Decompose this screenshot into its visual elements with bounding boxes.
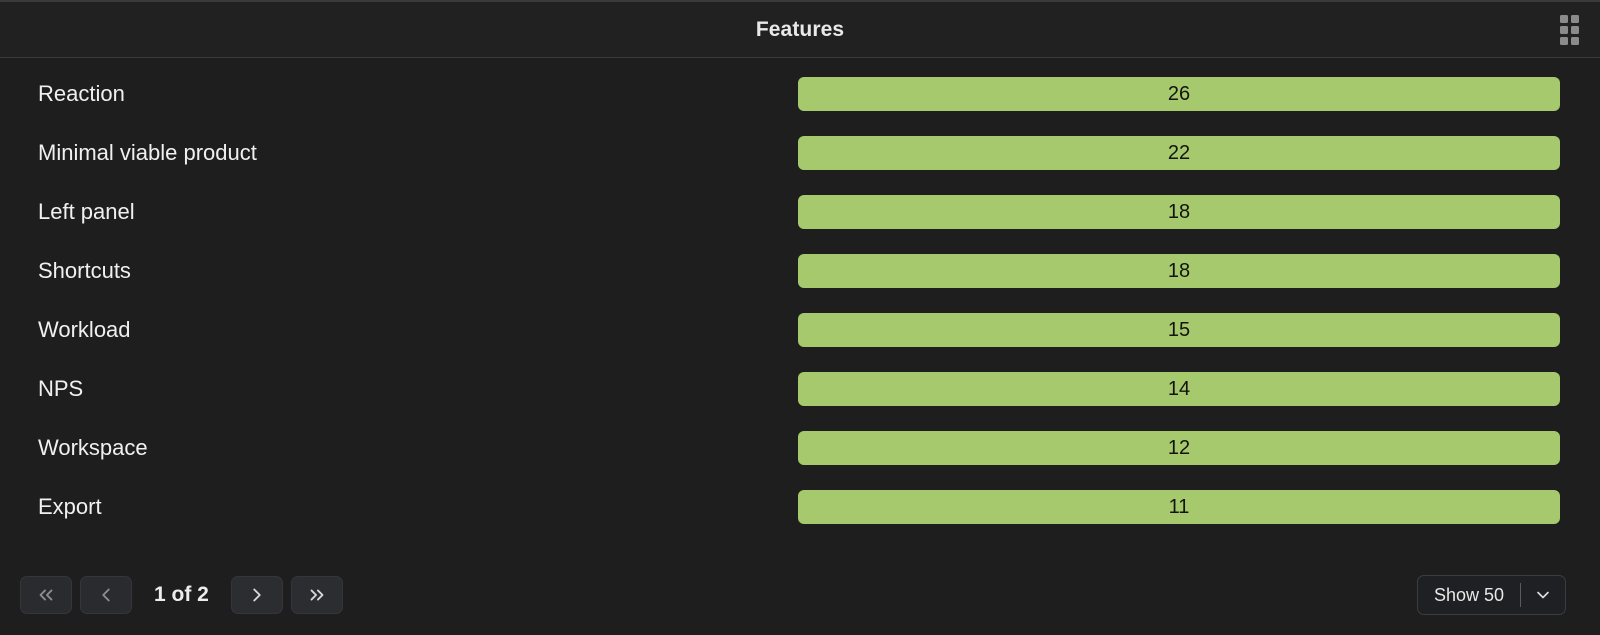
bar-category-label: NPS [38,375,84,401]
features-widget: Features Reaction 26 Minimal viable prod… [0,0,1600,635]
bar-row[interactable]: Minimal viable product 22 [0,123,1600,182]
bar-category-label: Workspace [38,434,148,460]
grid-dot [1560,36,1568,45]
bar-value-label: 15 [1167,318,1191,341]
bar-category-label: Reaction [38,80,125,106]
bar-fill[interactable]: 14 [798,371,1560,406]
bar-track: 14 [798,371,1560,406]
next-page-button[interactable] [230,576,283,614]
bar-chart: Reaction 26 Minimal viable product 22 Le… [0,58,1600,561]
grid-dot [1571,25,1579,34]
bar-value-label: 18 [1167,259,1191,282]
chevrons-right-icon [306,584,328,606]
bar-value-label: 22 [1167,141,1191,164]
grid-dot [1560,14,1568,23]
bar-track: 18 [798,253,1560,288]
bar-track: 12 [798,430,1560,465]
bar-track: 26 [798,76,1560,111]
page-size-label: Show 50 [1433,584,1504,605]
grid-dot [1560,25,1568,34]
bar-category-label: Left panel [38,198,135,224]
bar-value-label: 26 [1167,82,1191,105]
bar-fill[interactable]: 18 [798,194,1560,229]
bar-row[interactable]: Shortcuts 18 [0,241,1600,300]
grid-dots-icon[interactable] [1560,14,1582,45]
last-page-button[interactable] [290,576,343,614]
bar-value-label: 11 [1168,495,1190,518]
bar-row[interactable]: Left panel 18 [0,182,1600,241]
grid-dot [1571,14,1579,23]
bar-row[interactable]: Workload 15 [0,300,1600,359]
bar-value-label: 14 [1167,377,1191,400]
pagination: 1 of 2 [20,576,343,614]
bar-track: 11 [798,489,1560,524]
bar-category-label: Minimal viable product [38,139,257,165]
bar-track: 18 [798,194,1560,229]
chevron-down-icon[interactable] [1521,585,1565,605]
bar-fill[interactable]: 12 [798,430,1560,465]
bar-row[interactable]: NPS 14 [0,359,1600,418]
page-indicator: 1 of 2 [154,583,209,606]
bar-row[interactable]: Reaction 26 [0,64,1600,123]
prev-page-button[interactable] [80,576,132,614]
bar-value-label: 12 [1167,436,1191,459]
first-page-button[interactable] [20,576,72,614]
bar-category-label: Workload [38,316,131,342]
bar-fill[interactable]: 26 [798,76,1560,111]
bar-category-label: Shortcuts [38,257,131,283]
bar-category-label: Export [38,493,102,519]
widget-footer: 1 of 2 Show 50 [0,561,1600,635]
widget-header: Features [0,2,1600,58]
page-title: Features [755,17,845,41]
bar-fill[interactable]: 11 [798,489,1560,524]
bar-track: 22 [798,135,1560,170]
chevrons-left-icon [35,584,57,606]
bar-row[interactable]: Workspace 12 [0,418,1600,477]
bar-row[interactable]: Export 11 [0,477,1600,536]
bar-fill[interactable]: 18 [798,253,1560,288]
grid-dot [1571,36,1579,45]
chevron-right-icon [246,584,268,606]
bar-fill[interactable]: 15 [798,312,1560,347]
chevron-left-icon [95,584,117,606]
bar-value-label: 18 [1167,200,1191,223]
bar-fill[interactable]: 22 [798,135,1560,170]
page-size-select[interactable]: Show 50 [1416,575,1566,615]
bar-track: 15 [798,312,1560,347]
